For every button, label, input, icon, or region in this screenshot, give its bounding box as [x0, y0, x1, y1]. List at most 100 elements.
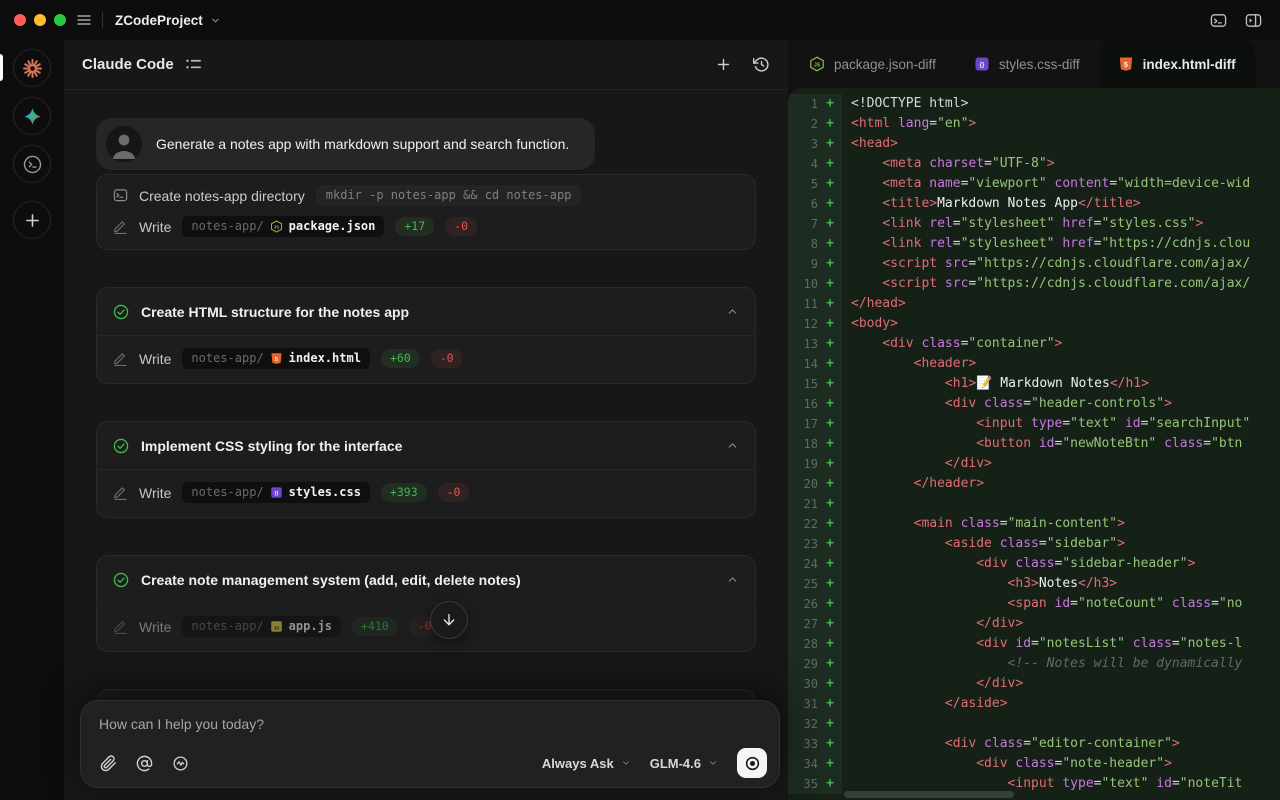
- close-window-button[interactable]: [14, 14, 26, 26]
- mention-icon[interactable]: [136, 755, 153, 772]
- addition-sign: +: [818, 534, 842, 554]
- thinking-icon[interactable]: [172, 755, 189, 772]
- command-chip[interactable]: mkdir -p notes-app && cd notes-app: [316, 185, 582, 206]
- diff-line: 25+ <h3>Notes</h3>: [788, 574, 1280, 594]
- file-path: notes-app/: [191, 619, 263, 633]
- action-verb: Write: [139, 351, 171, 367]
- task-title: Create HTML structure for the notes app: [141, 304, 714, 320]
- diff-line: 26+ <span id="noteCount" class="no: [788, 594, 1280, 614]
- message-composer[interactable]: How can I help you today? Always Ask GLM…: [80, 700, 780, 788]
- diff-line: 3+<head>: [788, 134, 1280, 154]
- code-content: <body>: [842, 314, 1280, 334]
- composer-placeholder[interactable]: How can I help you today?: [99, 716, 761, 732]
- check-circle-icon: [113, 438, 129, 454]
- file-chip[interactable]: notes-app/JSpackage.json: [182, 216, 384, 237]
- chevron-up-icon: [726, 573, 739, 586]
- horizontal-scrollbar[interactable]: [844, 791, 1014, 798]
- task-card-header[interactable]: Create note management system (add, edit…: [97, 556, 755, 603]
- check-circle-icon: [113, 304, 129, 320]
- line-number: 17: [788, 414, 818, 434]
- addition-sign: +: [818, 214, 842, 234]
- json-file-icon: JS: [809, 56, 825, 72]
- diff-view: 1+<!DOCTYPE html>2+<html lang="en">3+<he…: [788, 88, 1280, 800]
- tab-index.html-diff[interactable]: 5index.html-diff: [1099, 40, 1255, 88]
- tab-label: index.html-diff: [1143, 57, 1236, 72]
- line-number: 24: [788, 554, 818, 574]
- user-message-text: Generate a notes app with markdown suppo…: [156, 136, 569, 152]
- line-number: 34: [788, 754, 818, 774]
- new-session[interactable]: [13, 201, 51, 239]
- line-number: 20: [788, 474, 818, 494]
- project-switcher[interactable]: ZCodeProject: [115, 13, 221, 28]
- diff-line: 27+ </div>: [788, 614, 1280, 634]
- task-card-header[interactable]: Create HTML structure for the notes app: [97, 288, 755, 335]
- minimize-window-button[interactable]: [34, 14, 46, 26]
- diff-line: 33+ <div class="editor-container">: [788, 734, 1280, 754]
- deletions-badge: -0: [445, 217, 477, 236]
- file-chip[interactable]: notes-app/{}styles.css: [182, 482, 370, 503]
- addition-sign: +: [818, 514, 842, 534]
- diff-line: 13+ <div class="container">: [788, 334, 1280, 354]
- project-name: ZCodeProject: [115, 13, 203, 28]
- addition-sign: +: [818, 634, 842, 654]
- code-content: <div class="header-controls">: [842, 394, 1280, 414]
- task-title: Create note management system (add, edit…: [141, 572, 714, 588]
- code-content: </div>: [842, 674, 1280, 694]
- addition-sign: +: [818, 594, 842, 614]
- attach-file-icon[interactable]: [100, 755, 117, 772]
- claude-code-session[interactable]: [13, 49, 51, 87]
- page-title: Claude Code: [82, 56, 174, 73]
- terminal-panel-icon[interactable]: [1210, 12, 1227, 29]
- file-chip[interactable]: notes-app/JSapp.js: [182, 616, 341, 637]
- active-session-indicator: [0, 54, 3, 81]
- line-number: 16: [788, 394, 818, 414]
- pencil-icon: [113, 219, 128, 234]
- addition-sign: +: [818, 354, 842, 374]
- file-chip[interactable]: notes-app/5index.html: [182, 348, 370, 369]
- window-controls: [0, 14, 76, 26]
- addition-sign: +: [818, 394, 842, 414]
- addition-sign: +: [818, 274, 842, 294]
- line-number: 10: [788, 274, 818, 294]
- record-button[interactable]: [737, 748, 767, 778]
- task-card-header[interactable]: Implement CSS styling for the interface: [97, 422, 755, 469]
- addition-sign: +: [818, 754, 842, 774]
- plus-icon: [23, 211, 42, 230]
- model-dropdown[interactable]: GLM-4.6: [650, 756, 718, 771]
- command-label: Create notes-app directory: [139, 188, 305, 204]
- activity-bar: [0, 40, 64, 800]
- diff-line: 8+ <link rel="stylesheet" href="https://…: [788, 234, 1280, 254]
- menu-icon[interactable]: [76, 12, 92, 28]
- addition-sign: +: [818, 494, 842, 514]
- tab-styles.css-diff[interactable]: {}styles.css-diff: [955, 40, 1099, 88]
- layout-panel-icon[interactable]: [1245, 12, 1262, 29]
- terminal-circle-icon: [23, 155, 42, 174]
- new-chat-button[interactable]: [715, 56, 732, 73]
- task-list-icon[interactable]: [185, 56, 202, 73]
- file-name: package.json: [289, 219, 376, 233]
- code-content: <h3>Notes</h3>: [842, 574, 1280, 594]
- code-content: <div class="sidebar-header">: [842, 554, 1280, 574]
- additions-badge: +60: [381, 349, 420, 368]
- diff-line: 30+ </div>: [788, 674, 1280, 694]
- gemini-session[interactable]: [13, 97, 51, 135]
- addition-sign: +: [818, 314, 842, 334]
- scroll-to-bottom-button[interactable]: [430, 601, 468, 639]
- arrow-down-icon: [441, 612, 457, 628]
- addition-sign: +: [818, 174, 842, 194]
- terminal-agent-session[interactable]: [13, 145, 51, 183]
- code-content: <aside class="sidebar">: [842, 534, 1280, 554]
- html-file-icon: 5: [270, 352, 283, 365]
- tab-package.json-diff[interactable]: JSpackage.json-diff: [790, 40, 955, 88]
- permission-mode-value: Always Ask: [542, 756, 614, 771]
- addition-sign: +: [818, 194, 842, 214]
- line-number: 8: [788, 234, 818, 254]
- maximize-window-button[interactable]: [54, 14, 66, 26]
- code-content: <script src="https://cdnjs.cloudflare.co…: [842, 254, 1280, 274]
- permission-mode-dropdown[interactable]: Always Ask: [542, 756, 631, 771]
- record-icon: [744, 755, 761, 772]
- history-icon[interactable]: [753, 56, 770, 73]
- code-content: <!-- Notes will be dynamically: [842, 654, 1280, 674]
- diff-line: 17+ <input type="text" id="searchInput": [788, 414, 1280, 434]
- diff-line: 18+ <button id="newNoteBtn" class="btn: [788, 434, 1280, 454]
